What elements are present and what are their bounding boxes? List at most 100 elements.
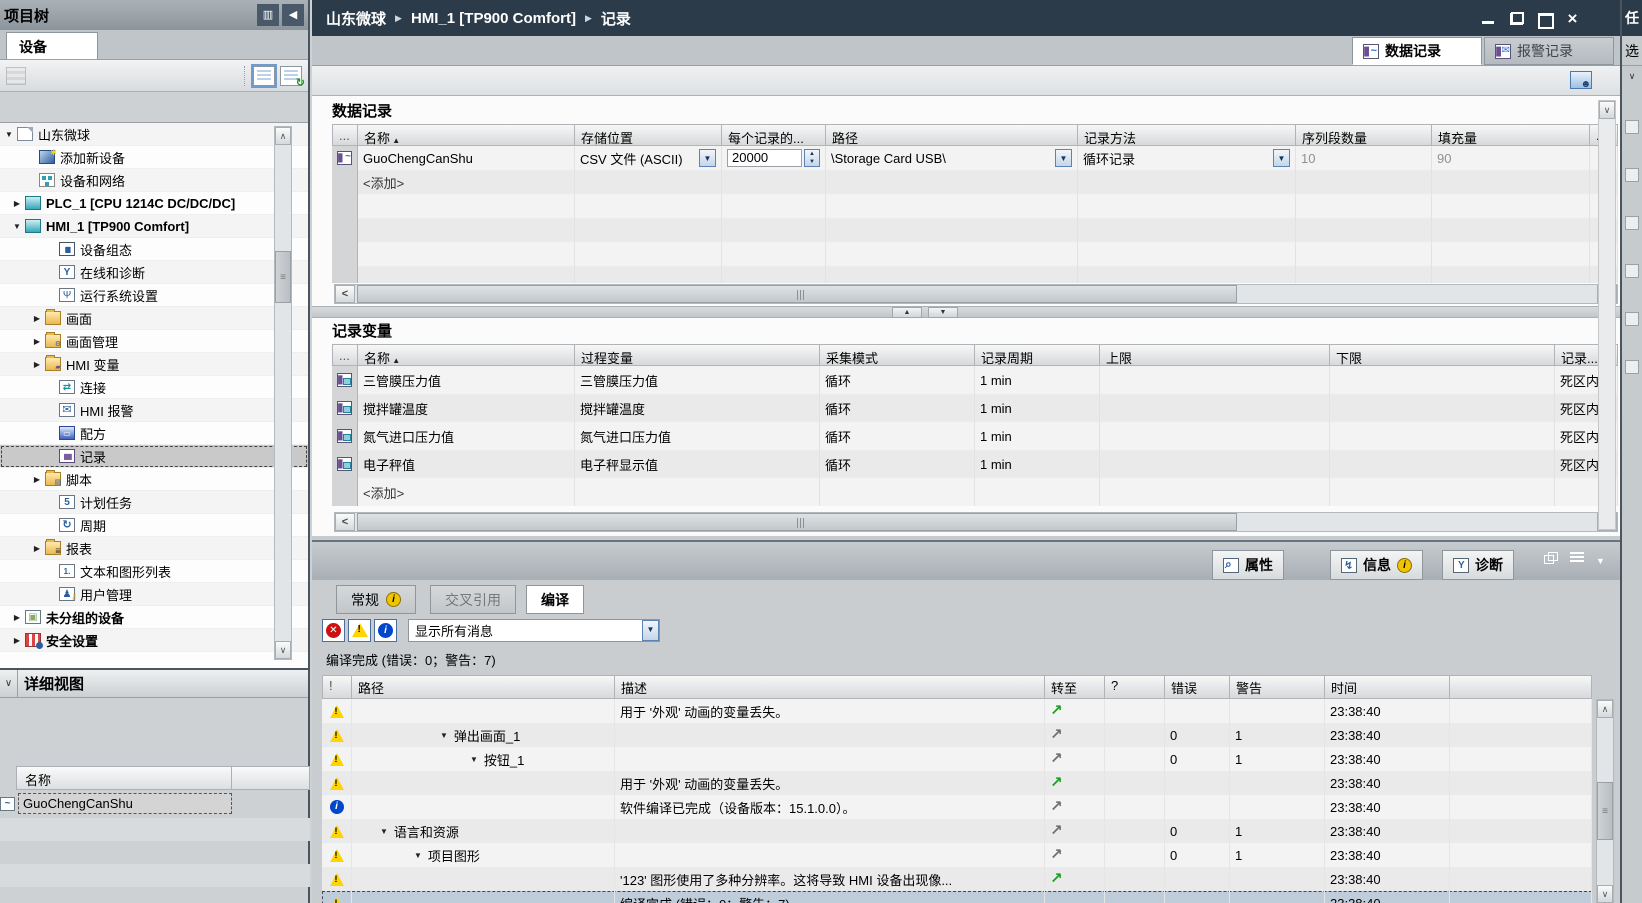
refresh-table-icon[interactable] xyxy=(280,66,302,86)
tree-item-hmi-alarms[interactable]: ▶HMI 报警 xyxy=(0,399,308,422)
goto-icon[interactable]: ↗ xyxy=(1050,848,1063,862)
tree-item-security-settings[interactable]: ▶安全设置 xyxy=(0,629,308,652)
filter-warnings-button[interactable] xyxy=(348,619,371,642)
tree-item-hmi-tags[interactable]: ▶▰HMI 变量 xyxy=(0,353,308,376)
tree-item-online-diagnostics[interactable]: ▶在线和诊断 xyxy=(0,261,308,284)
expander-icon[interactable]: ▶ xyxy=(10,199,24,208)
tree-item-screen-management[interactable]: ▶⚙画面管理 xyxy=(0,330,308,353)
column-header-mode[interactable]: 采集模式 xyxy=(820,344,975,366)
tree-item-runtime-settings[interactable]: ▶运行系统设置 xyxy=(0,284,308,307)
scroll-down-icon[interactable]: ∨ xyxy=(1599,101,1615,119)
expander-icon[interactable]: ▼ xyxy=(440,731,448,740)
list-view-icon[interactable] xyxy=(1570,552,1584,564)
column-header-method[interactable]: 记录方法 xyxy=(1078,124,1296,146)
tree-item-text-graphic-lists[interactable]: ▶文本和图形列表 xyxy=(0,560,308,583)
tree-item-recipes[interactable]: ▶配方 xyxy=(0,422,308,445)
tree-item-hmi1[interactable]: ▼HMI_1 [TP900 Comfort] xyxy=(0,215,308,238)
dropdown-icon[interactable]: ▼ xyxy=(1273,149,1290,167)
spinner-icon[interactable]: ▲▼ xyxy=(804,149,820,167)
column-header[interactable]: ... xyxy=(332,124,358,146)
message-row[interactable]: '123' 图形使用了多种分辨率。这将导致 HMI 设备出现像... ↗ 23:… xyxy=(322,867,1592,891)
tree-item-plc1[interactable]: ▶PLC_1 [CPU 1214C DC/DC/DC] xyxy=(0,192,308,215)
dropdown-icon[interactable]: ▼ xyxy=(642,620,659,641)
dropdown-icon[interactable]: ▼ xyxy=(699,149,716,167)
task-card-button[interactable] xyxy=(1625,360,1639,374)
splitter-down-icon[interactable]: ▼ xyxy=(928,307,958,318)
detail-view-name-column[interactable]: 名称 xyxy=(16,766,232,790)
column-header-name[interactable]: 名称 xyxy=(358,124,575,146)
chevron-down-icon[interactable]: ∨ xyxy=(1622,66,1642,86)
maximize-icon[interactable] xyxy=(1537,12,1552,25)
tree-item-add-device[interactable]: ▶添加新设备 xyxy=(0,146,308,169)
breadcrumb-project[interactable]: 山东微球 xyxy=(326,8,386,29)
project-tree-scrollbar[interactable]: ∧ ≡ ∨ xyxy=(274,126,292,660)
dropdown-icon[interactable]: ▼ xyxy=(1055,149,1072,167)
storage-location-cell[interactable]: CSV 文件 (ASCII)▼ xyxy=(575,146,722,170)
device-view-icon[interactable] xyxy=(6,67,26,85)
collapse-panel-icon[interactable]: ◀ xyxy=(282,4,304,26)
collapse-detail-view-icon[interactable]: ∨ xyxy=(0,670,18,697)
data-log-add-row[interactable]: <添加> xyxy=(332,170,1618,194)
expander-icon[interactable]: ▶ xyxy=(30,544,44,553)
goto-icon[interactable]: ↗ xyxy=(1050,776,1063,790)
column-header-tag[interactable]: 过程变量 xyxy=(575,344,820,366)
tab-data-logs[interactable]: 数据记录 xyxy=(1352,37,1482,65)
task-card-button[interactable] xyxy=(1625,168,1639,182)
pane-diagnostics[interactable]: 诊断 xyxy=(1442,550,1514,580)
column-header-time[interactable]: 时间 xyxy=(1325,675,1450,699)
tab-general[interactable]: 常规 i xyxy=(336,585,416,614)
tab-alarm-logs[interactable]: 报警记录 xyxy=(1484,37,1614,65)
column-header-description[interactable]: 描述 xyxy=(615,675,1045,699)
log-variable-row[interactable]: 电子秤值 电子秤显示值 循环 1 min 死区内 xyxy=(332,450,1618,478)
tree-item-user-administration[interactable]: ▶用户管理 xyxy=(0,583,308,606)
tree-item-reports[interactable]: ▶≣报表 xyxy=(0,537,308,560)
tree-item-logs[interactable]: ▶记录 xyxy=(0,445,308,468)
column-header-errors[interactable]: 错误 xyxy=(1165,675,1230,699)
message-list-scrollbar[interactable]: ∧ ≡ ∨ xyxy=(1596,699,1614,903)
message-row[interactable]: i 软件编译已完成（设备版本：15.1.0.0）。 ↗ 23:38:40 xyxy=(322,795,1592,819)
minimize-icon[interactable] xyxy=(1481,12,1496,25)
log-variable-add-row[interactable]: <添加> xyxy=(332,478,1618,506)
expander-icon[interactable]: ▶ xyxy=(30,314,44,323)
pane-properties[interactable]: 属性 xyxy=(1212,550,1284,580)
goto-icon[interactable]: ↗ xyxy=(1050,800,1063,814)
scrollbar-thumb[interactable] xyxy=(357,513,1237,531)
log-variables-hscrollbar[interactable]: < > xyxy=(334,512,1618,532)
add-log-variable-cell[interactable]: <添加> xyxy=(358,478,575,506)
column-header-path[interactable]: 路径 xyxy=(826,124,1078,146)
message-row[interactable]: ▼弹出画面_1 ↗ 0 1 23:38:40 xyxy=(322,723,1592,747)
scrollbar-thumb[interactable]: ≡ xyxy=(275,251,291,303)
column-header-name[interactable]: 名称 xyxy=(358,344,575,366)
path-cell[interactable]: \Storage Card USB\▼ xyxy=(826,146,1078,170)
show-columns-icon[interactable] xyxy=(253,66,275,86)
tree-item-screens[interactable]: ▶画面 xyxy=(0,307,308,330)
goto-icon[interactable]: ↗ xyxy=(1050,824,1063,838)
float-panel-icon[interactable] xyxy=(1544,552,1558,564)
tree-item-devices-networks[interactable]: ▶设备和网络 xyxy=(0,169,308,192)
column-header-storage[interactable]: 存储位置 xyxy=(575,124,722,146)
filter-errors-button[interactable]: ✕ xyxy=(322,619,345,642)
tree-item-project-root[interactable]: ▼山东微球 xyxy=(0,123,308,146)
expander-icon[interactable]: ▼ xyxy=(380,827,388,836)
restore-icon[interactable] xyxy=(1509,12,1524,25)
log-variable-row[interactable]: 三管膜压力值 三管膜压力值 循环 1 min 死区内 xyxy=(332,366,1618,394)
task-card-button[interactable] xyxy=(1625,216,1639,230)
scroll-up-icon[interactable]: ∧ xyxy=(1597,700,1613,718)
tab-devices[interactable]: 设备 xyxy=(6,32,98,59)
expander-icon[interactable]: ▼ xyxy=(2,130,16,139)
records-per-log-cell[interactable]: 20000▲▼ xyxy=(722,146,826,170)
breadcrumb-editor[interactable]: 记录 xyxy=(601,8,631,29)
close-icon[interactable]: × xyxy=(1565,12,1580,25)
log-name-cell[interactable]: GuoChengCanShu xyxy=(358,146,575,170)
log-variable-row[interactable]: 搅拌罐温度 搅拌罐温度 循环 1 min 死区内 xyxy=(332,394,1618,422)
column-header-low[interactable]: 下限 xyxy=(1330,344,1555,366)
column-header-goto[interactable]: 转至 xyxy=(1045,675,1105,699)
tree-item-device-config[interactable]: ▶设备组态 xyxy=(0,238,308,261)
goto-icon[interactable]: ↗ xyxy=(1050,728,1063,742)
expander-icon[interactable]: ▶ xyxy=(30,475,44,484)
breadcrumb-device[interactable]: HMI_1 [TP900 Comfort] xyxy=(411,10,576,27)
task-card-tab[interactable]: 选 xyxy=(1622,36,1642,66)
column-header-high[interactable]: 上限 xyxy=(1100,344,1330,366)
pane-info[interactable]: 信息 i xyxy=(1330,550,1423,580)
tab-cross-references[interactable]: 交叉引用 xyxy=(430,585,516,614)
